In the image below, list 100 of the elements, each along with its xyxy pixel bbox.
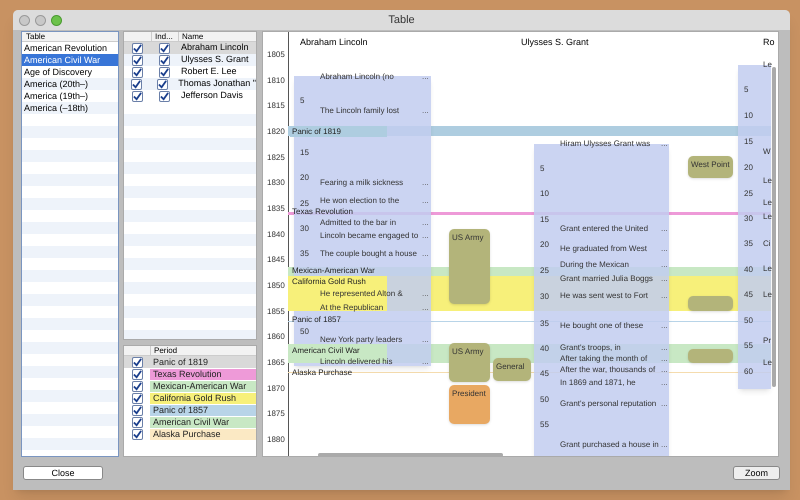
row-number: 20 [540,239,549,251]
checkbox[interactable] [132,42,143,54]
more-text[interactable]: ... [422,195,429,207]
person-row[interactable]: Thomas Jonathan " [124,78,256,90]
event-text[interactable]: Fearing a milk sickness [320,177,404,189]
event-text[interactable]: Lincoln delivered his [320,356,392,368]
role-badge[interactable]: US Army [449,343,490,382]
row-number: 60 [744,366,753,378]
person-row[interactable]: Abraham Lincoln [124,42,256,54]
event-text[interactable]: He won election to the [320,195,400,207]
event-text[interactable]: Admitted to the bar in [320,217,396,229]
more-text[interactable]: ... [422,105,429,117]
event-text[interactable]: Le [763,211,772,223]
role-badge[interactable]: West Point [688,156,733,178]
checkbox[interactable] [132,356,142,368]
event-text[interactable]: Le [763,59,772,71]
more-text[interactable]: ... [422,356,429,368]
checkbox[interactable] [132,368,142,380]
more-text[interactable]: ... [661,342,668,354]
event-text[interactable]: Le [763,289,772,301]
checkbox[interactable] [159,90,170,102]
more-text[interactable]: ... [661,223,668,235]
more-text[interactable]: ... [422,302,429,314]
event-text[interactable]: He was sent west to Fort [560,290,648,302]
row-number: 45 [744,289,753,301]
event-text[interactable]: Le [763,197,772,209]
event-text[interactable]: Grant married Julia Boggs [560,273,653,285]
table-list-item[interactable]: America (–18th) [22,102,118,114]
more-text[interactable]: ... [661,377,668,389]
checkbox[interactable] [156,78,168,90]
event-text[interactable]: After taking the month of [560,353,648,365]
checkbox[interactable] [132,90,143,102]
event-text[interactable]: Le [763,357,772,369]
more-text[interactable]: ... [661,320,668,332]
more-text[interactable]: ... [422,217,429,229]
more-text[interactable]: ... [661,259,668,271]
checkbox[interactable] [159,66,170,78]
more-text[interactable]: ... [422,288,429,300]
row-number: 35 [744,238,753,250]
more-text[interactable]: ... [661,398,668,410]
more-text[interactable]: ... [661,273,668,285]
close-button[interactable]: Close [23,466,103,480]
year-label: 1805 [267,49,285,61]
event-text[interactable]: New York party leaders [320,334,402,346]
row-number: 35 [540,318,549,330]
checkbox[interactable] [159,42,170,54]
more-text[interactable]: ... [661,290,668,302]
period-name: California Gold Rush [150,392,256,404]
event-text[interactable]: Grant's personal reputation [560,398,656,410]
zoom-button[interactable]: Zoom [733,466,780,480]
event-text[interactable]: Grant purchased a house in [560,439,659,451]
event-text[interactable]: The couple bought a house [320,248,417,260]
role-badge[interactable]: US Army [449,229,490,304]
more-text[interactable]: ... [422,248,429,260]
event-text[interactable]: At the Republican [320,302,384,314]
more-text[interactable]: ... [422,230,429,242]
event-text[interactable]: Hiram Ulysses Grant was [560,138,650,150]
event-text[interactable]: Le [763,175,772,187]
event-text[interactable]: Lincoln became engaged to [320,230,418,242]
more-text[interactable]: ... [422,177,429,189]
checkbox[interactable] [159,54,170,66]
event-text[interactable]: Ci [763,238,771,250]
role-badge[interactable]: General [493,358,531,381]
vertical-scrollbar[interactable] [772,67,776,387]
event-text[interactable]: Pr [763,335,771,347]
row-number: 15 [540,214,549,226]
checkbox[interactable] [132,428,142,440]
event-text[interactable]: Grant's troops, in [560,342,621,354]
table-list-item[interactable]: American Civil War [22,54,118,66]
horizontal-scrollbar[interactable] [318,453,503,456]
period-row[interactable]: Panic of 1819 [124,356,256,368]
more-text[interactable]: ... [661,439,668,451]
more-text[interactable]: ... [661,353,668,365]
checkbox[interactable] [132,416,142,428]
more-text[interactable]: ... [422,71,429,83]
table-list-item[interactable]: America (20th–) [22,78,118,90]
checkbox[interactable] [132,404,142,416]
event-text[interactable]: Abraham Lincoln (no [320,71,394,83]
event-text[interactable]: During the Mexican [560,259,629,271]
more-text[interactable]: ... [661,364,668,376]
more-text[interactable]: ... [661,138,668,150]
checkbox[interactable] [132,54,143,66]
event-text[interactable]: W [763,146,771,158]
person-row[interactable]: Ulysses S. Grant [124,54,256,66]
event-text[interactable]: He represented Alton & [320,288,403,300]
event-text[interactable]: Le [763,263,772,275]
event-text[interactable]: After the war, thousands of [560,364,656,376]
more-text[interactable]: ... [422,334,429,346]
event-text[interactable]: He graduated from West [560,243,648,255]
event-text[interactable]: In 1869 and 1871, he [560,377,636,389]
checkbox[interactable] [131,78,142,90]
event-text[interactable]: The Lincoln family lost [320,105,400,117]
checkbox[interactable] [132,380,142,392]
zoom-window-icon[interactable] [51,14,62,26]
more-text[interactable]: ... [661,243,668,255]
checkbox[interactable] [132,392,142,404]
role-badge[interactable]: President [449,385,490,424]
event-text[interactable]: He bought one of these [560,320,644,332]
event-text[interactable]: Grant entered the United [560,223,648,235]
checkbox[interactable] [132,66,143,78]
